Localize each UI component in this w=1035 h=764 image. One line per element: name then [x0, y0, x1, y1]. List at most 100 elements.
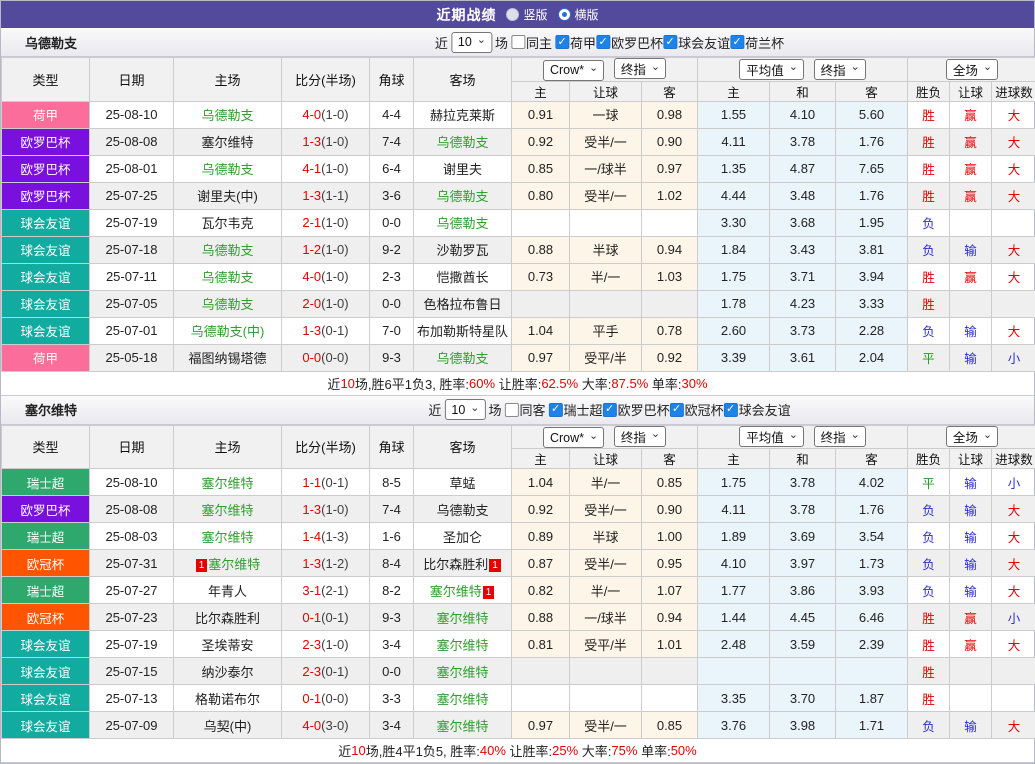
- team-link[interactable]: 塞尔维特: [201, 476, 253, 491]
- team-link[interactable]: 乌德勒支: [201, 270, 253, 285]
- team-link[interactable]: 瓦尔韦克: [201, 216, 253, 231]
- average-select[interactable]: 平均值⌄: [739, 426, 804, 447]
- scope-select[interactable]: 全场⌄: [946, 426, 998, 447]
- same-venue-filter[interactable]: 同主: [511, 33, 552, 52]
- team-link[interactable]: 乌德勒支: [436, 503, 488, 518]
- team-link[interactable]: 格勒诺布尔: [195, 692, 260, 707]
- away-team[interactable]: 塞尔维特: [414, 604, 512, 631]
- league-filter[interactable]: ✓荷兰杯: [730, 33, 784, 52]
- home-team[interactable]: 乌德勒支: [174, 236, 282, 263]
- team-link[interactable]: 乌德勒支: [201, 162, 253, 177]
- team-link[interactable]: 塞尔维特: [436, 638, 488, 653]
- bookmaker-select[interactable]: Crow*⌄: [543, 427, 604, 448]
- team-link[interactable]: 塞尔维特: [430, 584, 482, 599]
- team-link[interactable]: 圣加仑: [443, 530, 482, 545]
- team-link[interactable]: 塞尔维特: [436, 665, 488, 680]
- home-team[interactable]: 乌德勒支(中): [174, 317, 282, 344]
- bookmaker-select[interactable]: Crow*⌄: [543, 60, 604, 81]
- checkbox-icon[interactable]: ✓: [603, 403, 617, 417]
- away-team[interactable]: 恺撒酋长: [414, 263, 512, 290]
- away-team[interactable]: 塞尔维特: [414, 658, 512, 685]
- league-filter[interactable]: ✓欧罗巴杯: [603, 400, 670, 419]
- home-team[interactable]: 瓦尔韦克: [174, 209, 282, 236]
- away-team[interactable]: 乌德勒支: [414, 209, 512, 236]
- away-team[interactable]: 色格拉布鲁日: [414, 290, 512, 317]
- away-team[interactable]: 乌德勒支: [414, 128, 512, 155]
- team-link[interactable]: 乌德勒支: [436, 216, 488, 231]
- away-team[interactable]: 沙勒罗瓦: [414, 236, 512, 263]
- away-team[interactable]: 乌德勒支: [414, 344, 512, 371]
- radio-selected-icon[interactable]: [558, 8, 571, 21]
- checkbox-icon[interactable]: ✓: [670, 403, 684, 417]
- league-filter[interactable]: ✓欧冠杯: [670, 400, 724, 419]
- view-option-horizontal[interactable]: 横版: [558, 6, 599, 23]
- team-link[interactable]: 纳沙泰尔: [201, 665, 253, 680]
- away-team[interactable]: 赫拉克莱斯: [414, 101, 512, 128]
- home-team[interactable]: 谢里夫(中): [174, 182, 282, 209]
- view-option-vertical[interactable]: 竖版: [506, 6, 547, 23]
- checkbox-icon[interactable]: [511, 35, 525, 49]
- team-link[interactable]: 塞尔维特: [201, 135, 253, 150]
- team-link[interactable]: 年青人: [208, 584, 247, 599]
- league-filter[interactable]: ✓欧罗巴杯: [596, 33, 663, 52]
- scope-select[interactable]: 全场⌄: [946, 59, 998, 80]
- team-link[interactable]: 布加勒斯特星队: [417, 324, 508, 339]
- home-team[interactable]: 塞尔维特: [174, 469, 282, 496]
- radio-icon[interactable]: [506, 8, 519, 21]
- away-team[interactable]: 塞尔维特1: [414, 577, 512, 604]
- checkbox-icon[interactable]: ✓: [555, 35, 569, 49]
- recent-count-select[interactable]: 10 ⌄: [444, 399, 485, 420]
- team-link[interactable]: 圣埃蒂安: [201, 638, 253, 653]
- team-link[interactable]: 塞尔维特: [208, 557, 260, 572]
- home-team[interactable]: 乌德勒支: [174, 155, 282, 182]
- team-link[interactable]: 赫拉克莱斯: [430, 108, 495, 123]
- team-link[interactable]: 沙勒罗瓦: [436, 243, 488, 258]
- team-link[interactable]: 乌德勒支: [436, 351, 488, 366]
- away-team[interactable]: 塞尔维特: [414, 712, 512, 739]
- odds-time-select[interactable]: 终指⌄: [614, 58, 666, 79]
- same-venue-filter[interactable]: 同客: [505, 400, 546, 419]
- recent-count-select[interactable]: 10 ⌄: [451, 32, 492, 53]
- team-link[interactable]: 乌德勒支(中): [191, 324, 265, 339]
- odds-time-select[interactable]: 终指⌄: [614, 426, 666, 447]
- team-link[interactable]: 色格拉布鲁日: [423, 297, 501, 312]
- average-time-select[interactable]: 终指⌄: [814, 59, 866, 80]
- away-team[interactable]: 乌德勒支: [414, 496, 512, 523]
- checkbox-icon[interactable]: ✓: [549, 403, 563, 417]
- team-link[interactable]: 塞尔维特: [436, 611, 488, 626]
- home-team[interactable]: 乌德勒支: [174, 290, 282, 317]
- team-link[interactable]: 乌德勒支: [201, 297, 253, 312]
- home-team[interactable]: 塞尔维特: [174, 523, 282, 550]
- home-team[interactable]: 乌德勒支: [174, 263, 282, 290]
- home-team[interactable]: 塞尔维特: [174, 496, 282, 523]
- checkbox-icon[interactable]: ✓: [663, 35, 677, 49]
- team-link[interactable]: 草蜢: [449, 476, 475, 491]
- home-team[interactable]: 乌契(中): [174, 712, 282, 739]
- team-link[interactable]: 乌德勒支: [436, 189, 488, 204]
- away-team[interactable]: 布加勒斯特星队: [414, 317, 512, 344]
- home-team[interactable]: 年青人: [174, 577, 282, 604]
- team-link[interactable]: 比尔森胜利: [423, 557, 488, 572]
- home-team[interactable]: 1塞尔维特: [174, 550, 282, 577]
- team-link[interactable]: 乌德勒支: [436, 135, 488, 150]
- average-time-select[interactable]: 终指⌄: [814, 426, 866, 447]
- home-team[interactable]: 福图纳锡塔德: [174, 344, 282, 371]
- team-link[interactable]: 乌德勒支: [201, 243, 253, 258]
- team-link[interactable]: 恺撒酋长: [436, 270, 488, 285]
- home-team[interactable]: 格勒诺布尔: [174, 685, 282, 712]
- team-link[interactable]: 塞尔维特: [436, 719, 488, 734]
- team-link[interactable]: 乌德勒支: [201, 108, 253, 123]
- league-filter[interactable]: ✓瑞士超: [549, 400, 603, 419]
- checkbox-icon[interactable]: ✓: [730, 35, 744, 49]
- checkbox-icon[interactable]: ✓: [724, 403, 738, 417]
- team-link[interactable]: 乌契(中): [204, 719, 252, 734]
- team-link[interactable]: 塞尔维特: [436, 692, 488, 707]
- home-team[interactable]: 纳沙泰尔: [174, 658, 282, 685]
- home-team[interactable]: 塞尔维特: [174, 128, 282, 155]
- league-filter[interactable]: ✓球会友谊: [663, 33, 730, 52]
- home-team[interactable]: 圣埃蒂安: [174, 631, 282, 658]
- team-link[interactable]: 塞尔维特: [201, 530, 253, 545]
- team-link[interactable]: 福图纳锡塔德: [188, 351, 266, 366]
- away-team[interactable]: 乌德勒支: [414, 182, 512, 209]
- team-link[interactable]: 谢里夫(中): [197, 189, 258, 204]
